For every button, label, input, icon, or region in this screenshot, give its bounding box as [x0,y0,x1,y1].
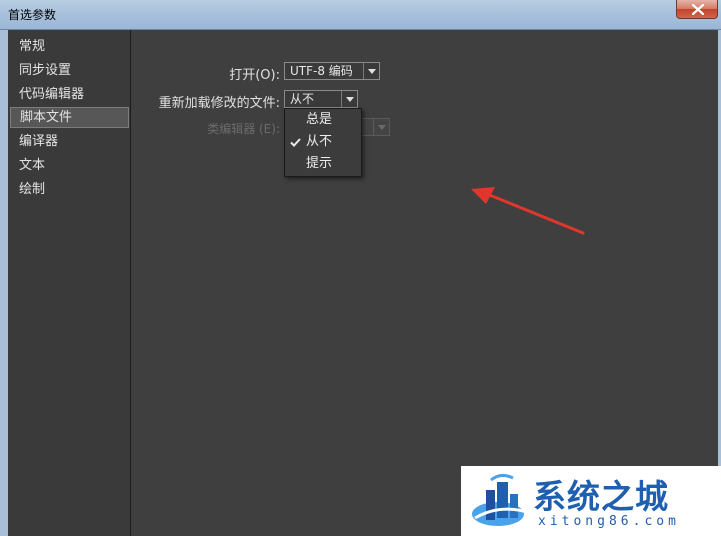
option-always[interactable]: 总是 [285,109,359,131]
reload-modified-files-select[interactable]: 从不 [284,90,358,108]
option-label: 提示 [306,156,333,171]
close-button[interactable] [676,0,718,19]
option-label: 从不 [306,134,333,149]
sidebar-item-label: 绘制 [19,182,46,197]
close-icon [692,4,704,15]
window-title: 首选参数 [8,8,57,22]
title-bar: 首选参数 [0,0,721,30]
sidebar-item-general[interactable]: 常规 [10,36,129,57]
watermark: 系统之城 xitong86.com [461,466,721,536]
class-editor-label: 类编辑器 (E): [207,122,280,136]
sidebar-item-text[interactable]: 文本 [10,155,129,176]
sidebar-item-script-files[interactable]: 脚本文件 [10,107,129,128]
sidebar-item-label: 编译器 [19,134,59,149]
check-icon [290,138,301,147]
dropdown-arrow-icon [373,119,389,135]
dropdown-arrow-icon [363,63,379,79]
dropdown-arrow-icon [341,91,357,107]
annotation-arrow [471,187,585,235]
option-prompt[interactable]: 提示 [285,153,359,175]
logo-icon [472,473,528,526]
reload-options-dropdown: 总是 从不 提示 [284,108,362,177]
option-never[interactable]: 从不 [285,131,359,153]
reload-modified-files-label: 重新加载修改的文件: [158,96,280,111]
sidebar-item-drawing[interactable]: 绘制 [10,179,129,200]
preferences-sidebar: 常规 同步设置 代码编辑器 脚本文件 编译器 文本 绘制 [8,30,131,536]
option-label: 总是 [306,112,333,127]
sidebar-item-code-editor[interactable]: 代码编辑器 [10,84,129,105]
watermark-domain: xitong86.com [538,514,680,529]
open-label: 打开(O): [229,68,280,83]
window-frame-left [0,30,8,536]
sidebar-item-sync-settings[interactable]: 同步设置 [10,60,129,81]
open-encoding-select[interactable]: UTF-8 编码 [284,62,380,80]
sidebar-item-label: 脚本文件 [20,110,73,125]
sidebar-item-compiler[interactable]: 编译器 [10,131,129,152]
open-encoding-value: UTF-8 编码 [290,64,353,78]
watermark-title: 系统之城 [533,477,669,516]
sidebar-item-label: 文本 [19,158,46,173]
sidebar-item-label: 代码编辑器 [19,87,85,102]
sidebar-item-label: 同步设置 [19,63,72,78]
sidebar-item-label: 常规 [19,39,46,54]
script-files-panel: 打开(O): UTF-8 编码 重新加载修改的文件: 从不 类编辑器 (E): … [132,30,718,536]
reload-modified-files-value: 从不 [290,92,315,106]
